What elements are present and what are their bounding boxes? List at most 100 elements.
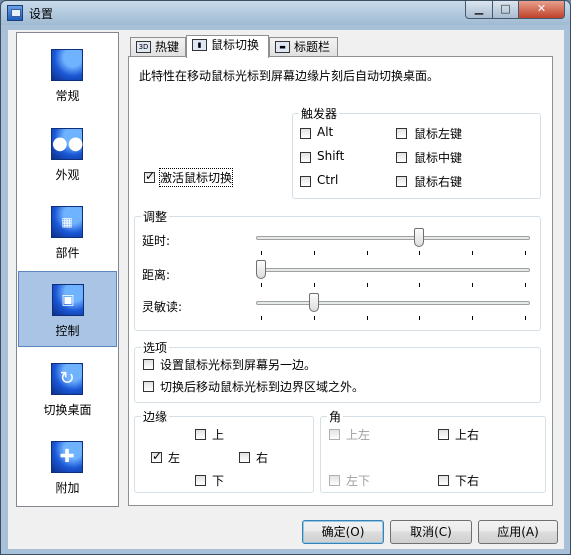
corner-bottom-left-checkbox[interactable] (329, 475, 340, 486)
sidebar-item-label: 外观 (55, 168, 80, 182)
slider-tick (525, 316, 526, 320)
trigger-group: 触发器 Alt Shift Ctrl 鼠标左键 鼠标中键 鼠标右键 (292, 105, 541, 199)
shift-checkbox[interactable] (300, 152, 311, 163)
sensitivity-slider-thumb[interactable] (308, 293, 319, 312)
alt-checkbox[interactable] (300, 128, 311, 139)
sensitivity-label: 灵敏读: (142, 300, 183, 314)
app-icon (7, 5, 23, 21)
slider-tick (525, 251, 526, 255)
corner-bottom-right-checkbox[interactable] (438, 475, 449, 486)
appearance-icon: ●● (51, 128, 83, 160)
sidebar-item-widgets[interactable]: ▦ 部件 (17, 194, 118, 270)
activate-mouse-switch-checkbox[interactable] (144, 169, 155, 183)
sidebar-item-control[interactable]: ▣ 控制 (18, 271, 117, 347)
category-sidebar: 常规 ●● 外观 ▦ 部件 ▣ 控制 ↻ 切换桌面 ✚ 附加 (16, 32, 119, 507)
ctrl-checkbox[interactable] (300, 176, 311, 187)
sidebar-item-label: 附加 (55, 481, 80, 495)
tab-mouse-switch[interactable]: ▮ 鼠标切换 (186, 35, 269, 58)
delay-slider-thumb[interactable] (414, 228, 425, 247)
distance-slider-thumb[interactable] (256, 260, 266, 279)
sidebar-item-addon[interactable]: ✚ 附加 (17, 429, 118, 505)
delay-slider-track[interactable] (256, 236, 530, 240)
delay-label: 延时: (142, 234, 171, 248)
middle-mouse-label: 鼠标中键 (414, 151, 463, 165)
slider-tick (419, 283, 421, 287)
sidebar-item-appearance[interactable]: ●● 外观 (17, 116, 118, 192)
shift-label: Shift (317, 149, 345, 163)
options-group-title: 选项 (141, 339, 170, 356)
apply-button[interactable]: 应用(A) (478, 520, 558, 544)
sidebar-item-general[interactable]: 常规 (17, 37, 118, 113)
ok-button[interactable]: 确定(O) (302, 520, 384, 544)
hotkey-icon: 3D (136, 41, 151, 53)
mouse-switch-icon: ▮ (192, 39, 207, 51)
edge-top-checkbox[interactable] (195, 429, 206, 440)
edge-right-checkbox[interactable] (239, 452, 250, 463)
wrap-cursor-checkbox[interactable] (143, 359, 154, 370)
title-bar[interactable]: 设置 ▁ □ ✕ (1, 1, 570, 25)
slider-tick (472, 251, 474, 255)
slider-tick (313, 251, 315, 255)
switch-desktop-icon: ↻ (51, 363, 83, 395)
maximize-button[interactable]: □ (492, 1, 519, 19)
general-icon (51, 49, 83, 81)
edge-left-label: 左 (168, 451, 181, 465)
corners-group-title: 角 (327, 408, 344, 425)
right-mouse-label: 鼠标右键 (414, 175, 463, 189)
tab-hotkey[interactable]: 3D 热键 (130, 37, 186, 57)
slider-tick (472, 316, 474, 320)
move-cursor-out-label: 切换后移动鼠标光标到边界区域之外。 (160, 380, 365, 394)
middle-mouse-checkbox[interactable] (396, 152, 407, 163)
adjust-group-title: 调整 (141, 208, 170, 225)
left-mouse-label: 鼠标左键 (414, 127, 463, 141)
slider-tick (261, 283, 262, 287)
slider-tick (366, 316, 368, 320)
corner-top-left-label: 上左 (346, 428, 371, 442)
corner-bottom-left-label: 左下 (346, 474, 371, 488)
right-mouse-checkbox[interactable] (396, 176, 407, 187)
slider-tick (419, 251, 421, 255)
corner-bottom-right-label: 下右 (455, 474, 480, 488)
slider-tick (525, 283, 526, 287)
sidebar-item-label: 切换桌面 (43, 403, 92, 417)
slider-tick (366, 251, 368, 255)
edge-top-label: 上 (212, 428, 225, 442)
edges-group-title: 边缘 (141, 408, 170, 425)
distance-slider-track[interactable] (256, 268, 530, 272)
left-mouse-checkbox[interactable] (396, 128, 407, 139)
wrap-cursor-label: 设置鼠标光标到屏幕另一边。 (160, 358, 317, 372)
tab-titlebar[interactable]: ▬ 标题栏 (269, 37, 338, 57)
ctrl-label: Ctrl (317, 173, 339, 187)
close-button[interactable]: ✕ (518, 1, 565, 19)
slider-tick (261, 251, 262, 255)
move-cursor-out-checkbox[interactable] (143, 381, 154, 392)
description-text: 此特性在移动鼠标光标到屏幕边缘片刻后自动切换桌面。 (139, 69, 440, 83)
sidebar-item-label: 常规 (55, 89, 80, 103)
cancel-button[interactable]: 取消(C) (390, 520, 472, 544)
control-icon: ▣ (52, 284, 84, 316)
slider-tick (366, 283, 368, 287)
corner-top-left-checkbox[interactable] (329, 429, 340, 440)
sidebar-item-label: 控制 (55, 324, 80, 338)
adjust-group: 调整 延时: 距离: 灵敏读: (134, 208, 541, 331)
addon-icon: ✚ (51, 441, 83, 473)
slider-tick (261, 316, 262, 320)
sidebar-item-label: 部件 (55, 246, 80, 260)
edge-bottom-label: 下 (212, 474, 225, 488)
edge-left-checkbox[interactable] (151, 449, 162, 463)
slider-tick (472, 283, 474, 287)
edge-bottom-checkbox[interactable] (195, 475, 206, 486)
corner-top-right-checkbox[interactable] (438, 429, 449, 440)
activate-mouse-switch-label[interactable]: 激活鼠标切换 (158, 168, 234, 187)
mouse-switch-panel: 此特性在移动鼠标光标到屏幕边缘片刻后自动切换桌面。 激活鼠标切换 触发器 Alt… (128, 56, 553, 506)
settings-window: 设置 ▁ □ ✕ 常规 ●● 外观 ▦ 部件 ▣ 控制 ↻ 切换桌面 ✚ 附加 … (0, 0, 571, 555)
corner-top-right-label: 上右 (455, 428, 480, 442)
titlebar-icon: ▬ (275, 41, 290, 53)
window-title: 设置 (29, 7, 54, 21)
minimize-button[interactable]: ▁ (465, 1, 493, 19)
client-area: 常规 ●● 外观 ▦ 部件 ▣ 控制 ↻ 切换桌面 ✚ 附加 3D 热键 ▮ 鼠… (8, 30, 564, 549)
sensitivity-slider-track[interactable] (256, 301, 530, 305)
options-group: 选项 设置鼠标光标到屏幕另一边。 切换后移动鼠标光标到边界区域之外。 (134, 339, 541, 403)
slider-tick (313, 316, 315, 320)
sidebar-item-switch-desktop[interactable]: ↻ 切换桌面 (17, 351, 118, 427)
